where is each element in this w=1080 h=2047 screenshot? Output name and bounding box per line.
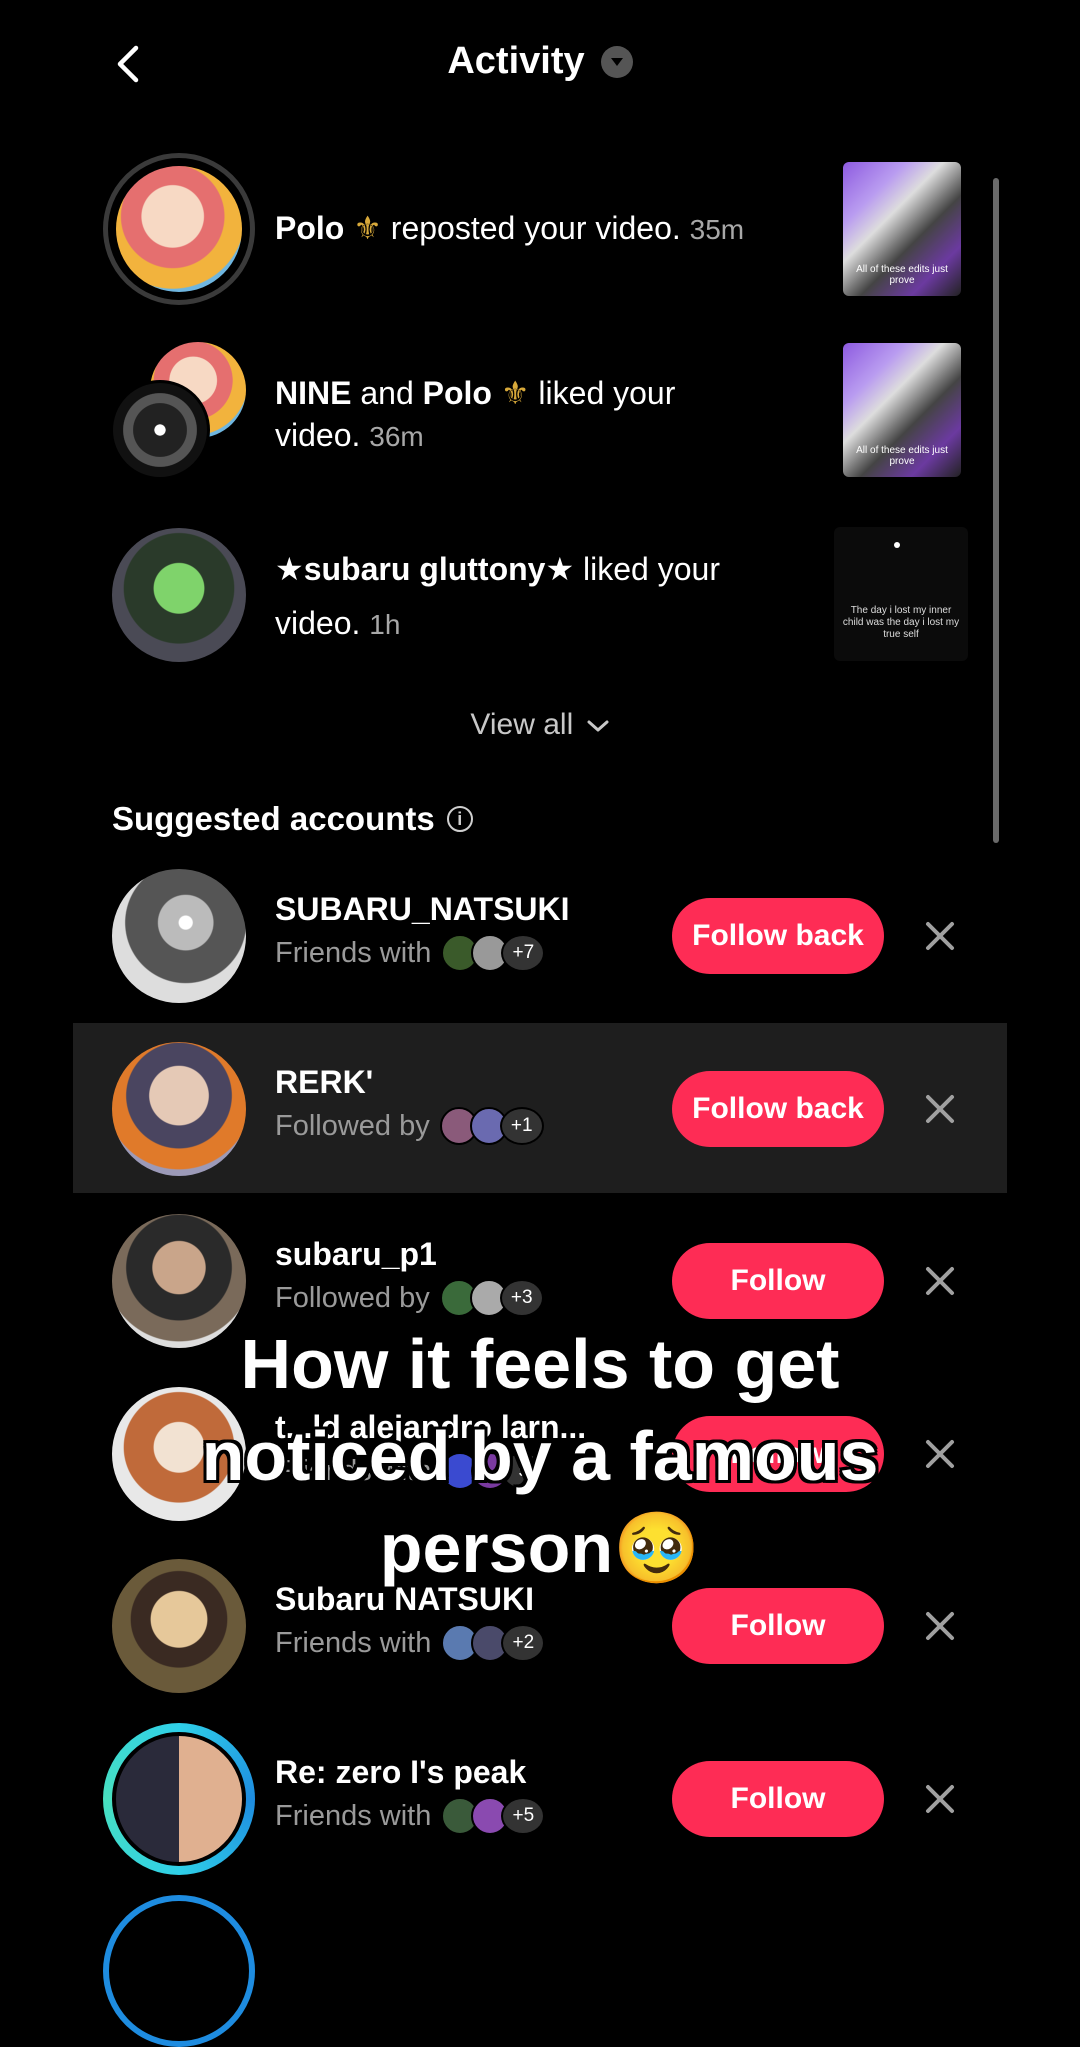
fleur-icon: ⚜ (500, 375, 530, 411)
username[interactable]: Polo (423, 375, 492, 411)
relation-text: Followed by (275, 1109, 430, 1142)
account-info: Re: zero I's peak Friends with +5 (275, 1754, 546, 1835)
account-name[interactable]: SUBARU_NATSUKI (275, 891, 570, 928)
avatar[interactable] (112, 1042, 246, 1176)
activity-item[interactable]: Polo ⚜ reposted your video. 35m All of t… (0, 140, 1000, 310)
follow-button[interactable]: Follow (672, 1243, 884, 1319)
page-title-label: Activity (447, 40, 585, 82)
chevron-down-icon (587, 720, 609, 732)
avatar[interactable] (112, 1732, 246, 1866)
follow-button[interactable]: Follow (672, 1588, 884, 1664)
view-all-link[interactable]: View all (0, 708, 1080, 742)
caption-line: How it feels to get (240, 1325, 840, 1403)
username[interactable]: Polo (275, 210, 344, 246)
account-info: SUBARU_NATSUKI Friends with +7 (275, 891, 570, 972)
video-thumbnail[interactable]: All of these edits just prove (843, 162, 961, 296)
account-name[interactable]: Re: zero I's peak (275, 1754, 537, 1791)
story-ring (103, 1895, 255, 2047)
suggested-account-row[interactable]: Re: zero I's peak Friends with +5 Follow (0, 1723, 1080, 1875)
fleur-icon: ⚜ (353, 210, 382, 246)
thumbnail-caption: All of these edits just prove (856, 264, 948, 286)
relation-text: Friends with (275, 1799, 432, 1832)
mutual-count: +1 (499, 1107, 544, 1145)
follow-back-button[interactable]: Follow back (672, 898, 884, 974)
mutual-count: +7 (501, 934, 546, 972)
mutual-count: +2 (501, 1624, 546, 1662)
relation-text: Friends with (275, 1626, 432, 1659)
activity-connector: and (360, 375, 414, 411)
relation-text: Friends with (275, 936, 432, 969)
username[interactable]: ★subaru gluttony★ (275, 551, 574, 587)
activity-text: ★subaru gluttony★ liked your video. 1h (275, 542, 795, 652)
activity-time: 35m (689, 214, 745, 245)
chevron-down-icon[interactable] (600, 45, 633, 78)
video-thumbnail[interactable]: The day i lost my inner child was the da… (834, 527, 968, 661)
follow-back-button[interactable]: Follow back (672, 1071, 884, 1147)
suggested-account-row[interactable]: RERK' Followed by +1 Follow back (0, 1040, 1080, 1180)
mutual-avatars: +2 (441, 1624, 546, 1662)
activity-action: liked your (538, 375, 676, 411)
mutual-count: +3 (499, 1279, 544, 1317)
mutual-avatars: +7 (441, 934, 546, 972)
close-icon[interactable] (920, 1261, 960, 1301)
activity-action: video. (275, 605, 361, 641)
video-thumbnail[interactable]: All of these edits just prove (843, 343, 961, 477)
info-icon[interactable]: i (446, 806, 473, 832)
section-title: Suggested accounts (112, 800, 435, 837)
mutual-avatars: +5 (441, 1797, 546, 1835)
mutual-avatars: +1 (439, 1107, 544, 1145)
close-icon[interactable] (920, 1779, 960, 1819)
avatar[interactable] (112, 528, 246, 662)
suggested-account-row[interactable]: SUBARU_NATSUKI Friends with +7 Follow ba… (0, 867, 1080, 1007)
activity-item[interactable]: ★subaru gluttony★ liked your video. 1h T… (0, 520, 1000, 670)
activity-action: video. (275, 417, 361, 453)
avatar[interactable] (116, 166, 242, 292)
close-icon[interactable] (920, 1089, 960, 1129)
follow-button[interactable]: Follow (672, 1761, 884, 1837)
mutual-count: +5 (501, 1797, 546, 1835)
account-info: RERK' Followed by +1 (275, 1064, 544, 1145)
caption-line: noticed by a famous (201, 1417, 879, 1495)
account-info: subaru_p1 Followed by +3 (275, 1236, 544, 1317)
thumbnail-caption: All of these edits just prove (856, 445, 948, 467)
activity-item[interactable]: NINE and Polo ⚜ liked your video. 36m Al… (0, 340, 1000, 490)
close-icon[interactable] (920, 916, 960, 956)
view-all-label: View all (470, 708, 574, 741)
account-name[interactable]: RERK' (275, 1064, 536, 1101)
mutual-avatars: +3 (439, 1279, 544, 1317)
close-icon[interactable] (920, 1606, 960, 1646)
account-name[interactable]: subaru_p1 (275, 1236, 536, 1273)
activity-time: 1h (369, 609, 401, 640)
username[interactable]: NINE (275, 375, 351, 411)
caption-line: person🥹 (379, 1509, 701, 1587)
activity-time: 36m (369, 421, 424, 452)
avatar[interactable] (112, 869, 246, 1003)
video-caption: How it feels to get noticed by a famous … (0, 1318, 1080, 1594)
activity-action: reposted your video. (390, 210, 681, 246)
activity-action: liked your (583, 551, 720, 587)
light-dot (894, 542, 900, 548)
activity-text: NINE and Polo ⚜ liked your video. 36m (275, 372, 795, 458)
avatar[interactable] (110, 380, 210, 480)
activity-text: Polo ⚜ reposted your video. 35m (275, 207, 744, 251)
thumbnail-caption: The day i lost my inner child was the da… (842, 605, 960, 640)
relation-text: Followed by (275, 1281, 430, 1314)
page-title[interactable]: Activity (0, 40, 1080, 83)
suggested-accounts-heading: Suggested accounts i (112, 800, 473, 838)
